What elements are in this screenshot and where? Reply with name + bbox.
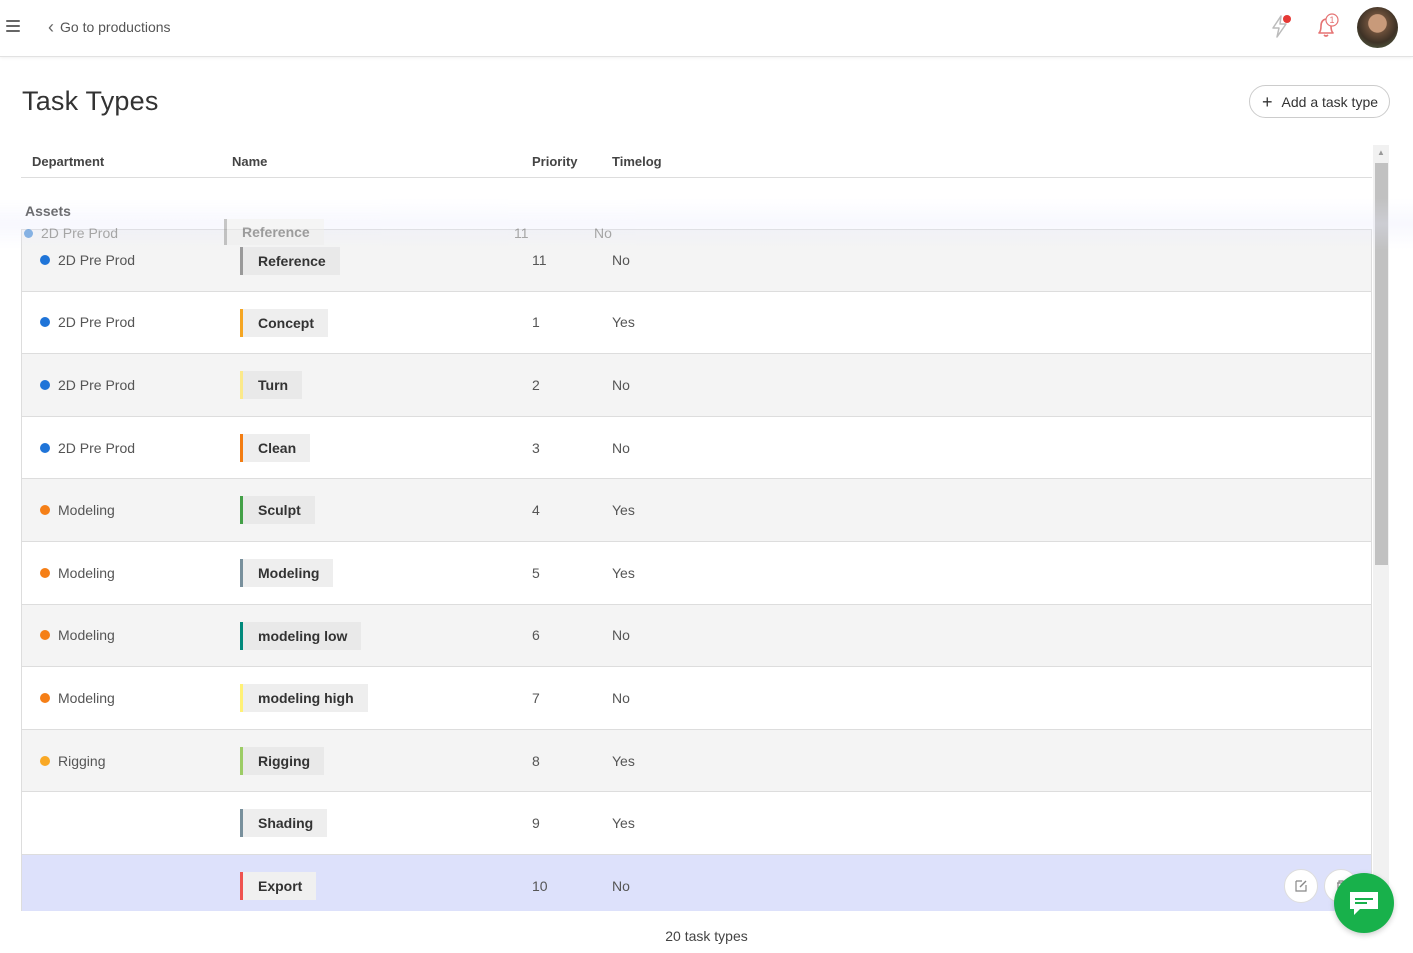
task-type-name[interactable]: Reference <box>240 247 340 275</box>
chevron-left-icon: ‹ <box>48 17 54 37</box>
task-type-name[interactable]: Concept <box>240 308 328 337</box>
news-bolt-icon[interactable] <box>1266 12 1294 40</box>
priority-cell: 5 <box>532 564 540 581</box>
add-task-type-label: Add a task type <box>1281 93 1379 110</box>
department-dot-icon <box>40 692 50 703</box>
timelog-cell: Yes <box>612 314 635 331</box>
table-row[interactable]: Export 10 No <box>21 854 1372 911</box>
back-link-label: Go to productions <box>60 19 171 35</box>
timelog-cell: No <box>612 877 630 894</box>
department-label: Rigging <box>58 752 106 769</box>
task-type-list: 2D Pre Prod Reference 11 No 2D Pre Prod Conce… <box>21 229 1372 911</box>
group-label-assets: Assets <box>25 203 71 219</box>
department-label: Modeling <box>58 502 115 519</box>
timelog-cell: Yes <box>612 815 635 832</box>
notifications-bell-icon[interactable]: 1 <box>1312 12 1340 40</box>
column-timelog[interactable]: Timelog <box>612 154 662 169</box>
table-header: Department Name Priority Timelog <box>21 145 1372 178</box>
department-dot-icon <box>40 630 50 641</box>
table-row[interactable]: Rigging Rigging 8 Yes <box>21 729 1372 793</box>
priority-cell: 2 <box>532 376 540 393</box>
table-row[interactable]: 2D Pre Prod Clean 3 No <box>21 416 1372 480</box>
department-cell: 2D Pre Prod <box>40 292 135 354</box>
task-type-name[interactable]: Export <box>240 871 317 900</box>
notification-count: 1 <box>1329 15 1334 25</box>
department-cell: Modeling <box>40 605 115 667</box>
department-cell: 2D Pre Prod <box>40 354 135 416</box>
department-dot-icon <box>40 505 50 516</box>
edit-icon <box>1295 880 1307 892</box>
back-to-productions-link[interactable]: ‹ Go to productions <box>48 18 171 36</box>
department-cell: Modeling <box>40 542 115 604</box>
user-avatar[interactable] <box>1357 7 1398 48</box>
scrollbar-thumb[interactable] <box>1375 163 1388 565</box>
department-cell: 2D Pre Prod <box>40 230 135 291</box>
table-row[interactable]: Modeling modeling low 6 No <box>21 604 1372 668</box>
task-type-name[interactable]: Rigging <box>240 746 325 775</box>
timelog-cell: No <box>612 252 630 269</box>
page-title: Task Types <box>22 86 159 116</box>
column-department[interactable]: Department <box>32 154 104 169</box>
department-dot-icon <box>40 567 50 578</box>
timelog-cell: Yes <box>612 752 635 769</box>
table-row[interactable]: Modeling modeling high 7 No <box>21 667 1372 730</box>
priority-cell: 4 <box>532 502 540 519</box>
department-cell: Modeling <box>40 479 115 541</box>
chat-button[interactable] <box>1334 873 1394 933</box>
task-type-name[interactable]: modeling high <box>240 684 368 713</box>
department-dot-icon <box>40 255 50 266</box>
priority-cell: 7 <box>532 689 540 706</box>
table-row[interactable]: Shading 9 Yes <box>21 792 1372 855</box>
table-row[interactable]: Modeling Sculpt 4 Yes <box>21 479 1372 542</box>
department-dot-icon <box>40 442 50 453</box>
top-bar: ‹ Go to productions 1 <box>0 0 1413 57</box>
task-type-name[interactable]: modeling low <box>240 621 362 650</box>
priority-cell: 6 <box>532 627 540 644</box>
timelog-cell: No <box>612 627 630 644</box>
table-row[interactable]: Modeling Modeling 5 Yes <box>21 541 1372 605</box>
department-dot-icon <box>40 379 50 390</box>
timelog-cell: Yes <box>612 502 635 519</box>
priority-cell: 1 <box>532 314 540 331</box>
department-label: 2D Pre Prod <box>58 314 136 331</box>
department-label: Modeling <box>58 627 115 644</box>
timelog-cell: No <box>612 439 630 456</box>
department-cell: Rigging <box>40 730 105 792</box>
priority-cell: 9 <box>532 815 540 832</box>
scroll-up-arrow-icon[interactable]: ▲ <box>1373 145 1389 161</box>
table-row[interactable]: 2D Pre Prod Reference 11 No <box>21 229 1372 292</box>
timelog-cell: Yes <box>612 564 635 581</box>
column-name[interactable]: Name <box>232 154 267 169</box>
department-label: Modeling <box>58 689 115 706</box>
priority-cell: 8 <box>532 752 540 769</box>
department-dot-icon <box>40 317 50 328</box>
chat-icon <box>1350 892 1378 915</box>
department-label: 2D Pre Prod <box>58 252 136 269</box>
task-type-name[interactable]: Sculpt <box>240 496 315 525</box>
plus-icon: + <box>1262 91 1273 112</box>
table-row[interactable]: 2D Pre Prod Concept 1 Yes <box>21 291 1372 355</box>
department-dot-icon <box>40 755 50 766</box>
priority-cell: 10 <box>532 877 548 894</box>
timelog-cell: No <box>612 689 630 706</box>
department-cell: Modeling <box>40 667 115 729</box>
task-type-name[interactable]: Clean <box>240 433 311 462</box>
timelog-cell: No <box>612 376 630 393</box>
edit-button[interactable] <box>1284 868 1318 903</box>
task-type-count: 20 task types <box>665 928 748 944</box>
table-row[interactable]: 2D Pre Prod Turn 2 No <box>21 354 1372 417</box>
priority-cell: 3 <box>532 439 540 456</box>
department-cell: 2D Pre Prod <box>40 417 135 479</box>
department-label: 2D Pre Prod <box>58 376 136 393</box>
task-type-name[interactable]: Turn <box>240 371 303 400</box>
task-type-name[interactable]: Shading <box>240 809 328 838</box>
task-type-name[interactable]: Modeling <box>240 558 334 587</box>
add-task-type-button[interactable]: + Add a task type <box>1249 85 1390 118</box>
priority-cell: 11 <box>532 252 547 269</box>
column-priority[interactable]: Priority <box>532 154 578 169</box>
menu-icon[interactable] <box>6 20 20 34</box>
department-label: Modeling <box>58 564 115 581</box>
department-label: 2D Pre Prod <box>58 439 136 456</box>
